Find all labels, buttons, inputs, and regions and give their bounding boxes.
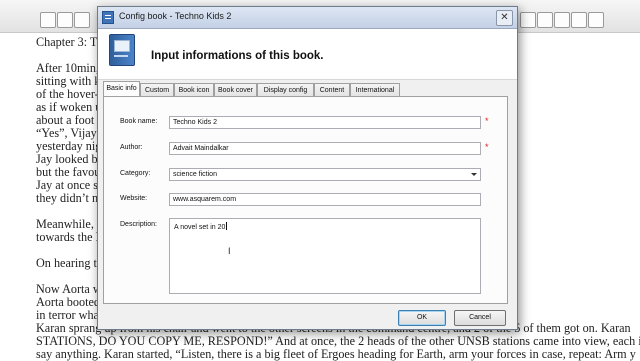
toolbar-button[interactable] [571,12,587,28]
book-name-label: Book name: [120,118,158,125]
ok-button[interactable]: OK [398,310,446,326]
category-select[interactable]: science fiction [169,168,481,181]
text-caret [226,222,228,230]
book-icon [102,11,114,24]
author-field[interactable]: Advait Maindalkar [169,142,481,155]
toolbar-button[interactable] [74,12,90,28]
tab-book-cover[interactable]: Book cover [214,83,257,96]
close-icon[interactable]: ✕ [496,10,513,26]
toolbar-button[interactable] [588,12,604,28]
description-textarea[interactable]: A novel set in 20 [169,218,481,294]
description-text: A novel set in 20 [174,224,226,231]
book-name-field[interactable]: Techno Kids 2 [169,116,481,129]
category-label: Category: [120,170,151,177]
description-label: Description: [120,221,157,228]
required-mark: * [485,142,489,152]
category-value: science fiction [173,171,217,178]
dialog-title-bar[interactable]: Config book - Techno Kids 2 ✕ [98,7,517,29]
website-field[interactable]: www.asquarem.com [169,193,481,206]
cancel-button[interactable]: Cancel [454,310,506,326]
tab-content[interactable]: Content [314,83,350,96]
required-mark: * [485,116,489,126]
dialog-heading: Input informations of this book. [151,50,324,62]
website-label: Website: [120,195,148,202]
dialog-title: Config book - Techno Kids 2 [119,11,232,21]
dialog-header: Input informations of this book. [98,29,517,80]
toolbar-button[interactable] [57,12,73,28]
tab-international[interactable]: International [350,83,400,96]
tab-basic-info[interactable]: Basic info [103,81,140,96]
toolbar-button[interactable] [554,12,570,28]
author-label: Author: [120,144,143,151]
book-config-icon [109,34,135,66]
toolbar-button[interactable] [537,12,553,28]
document-line: say anything. Karan started, “Listen, th… [36,347,636,361]
toolbar-button[interactable] [40,12,56,28]
i-beam-cursor-icon: I [228,246,231,256]
basic-info-panel: Book name: Techno Kids 2 * Author: Advai… [103,96,508,304]
tab-display-config[interactable]: Display config [257,83,314,96]
tab-book-icon[interactable]: Book icon [174,83,214,96]
tab-custom[interactable]: Custom [140,83,174,96]
chevron-down-icon[interactable] [471,173,477,176]
config-book-dialog: Config book - Techno Kids 2 ✕ Input info… [97,6,518,330]
toolbar-button[interactable] [520,12,536,28]
